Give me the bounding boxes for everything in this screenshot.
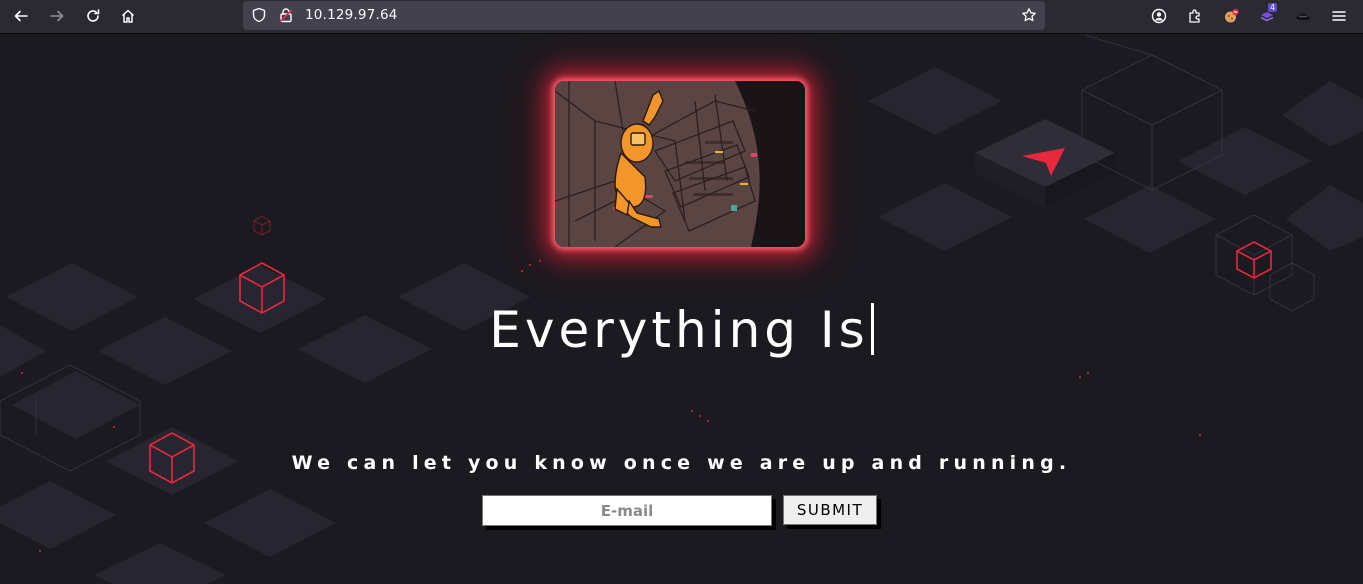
shield-icon[interactable] bbox=[246, 3, 272, 27]
url-bar[interactable]: 10.129.97.64 bbox=[243, 1, 1045, 30]
lock-icon[interactable] bbox=[273, 3, 299, 27]
hat-extension-icon[interactable] bbox=[1290, 4, 1316, 28]
astronaut-cockpit-illustration bbox=[555, 81, 805, 247]
hamburger-menu-icon[interactable] bbox=[1326, 4, 1352, 28]
star-icon[interactable] bbox=[1016, 3, 1042, 27]
submit-button[interactable]: SUBMIT bbox=[783, 495, 877, 525]
back-arrow-icon[interactable] bbox=[8, 4, 34, 28]
forward-arrow-icon[interactable] bbox=[44, 4, 70, 28]
account-icon[interactable] bbox=[1146, 4, 1172, 28]
reload-icon[interactable] bbox=[80, 4, 106, 28]
hero-illustration bbox=[555, 81, 805, 247]
page-content: Everything Is We can let you know once w… bbox=[0, 35, 1363, 584]
page-headline: Everything Is bbox=[0, 301, 1363, 359]
url-text[interactable]: 10.129.97.64 bbox=[305, 7, 398, 23]
email-field[interactable] bbox=[482, 495, 772, 526]
home-icon[interactable] bbox=[115, 4, 141, 28]
layers-extension-icon[interactable]: 4 bbox=[1254, 3, 1280, 28]
headline-text: Everything Is bbox=[489, 301, 869, 359]
typing-caret bbox=[870, 303, 874, 355]
browser-toolbar: 10.129.97.64 4 bbox=[0, 0, 1363, 34]
notify-message: We can let you know once we are up and r… bbox=[291, 452, 1072, 474]
extension-badge: 4 bbox=[1268, 3, 1278, 12]
extensions-icon[interactable] bbox=[1182, 4, 1208, 28]
cookie-extension-icon[interactable] bbox=[1218, 4, 1244, 28]
